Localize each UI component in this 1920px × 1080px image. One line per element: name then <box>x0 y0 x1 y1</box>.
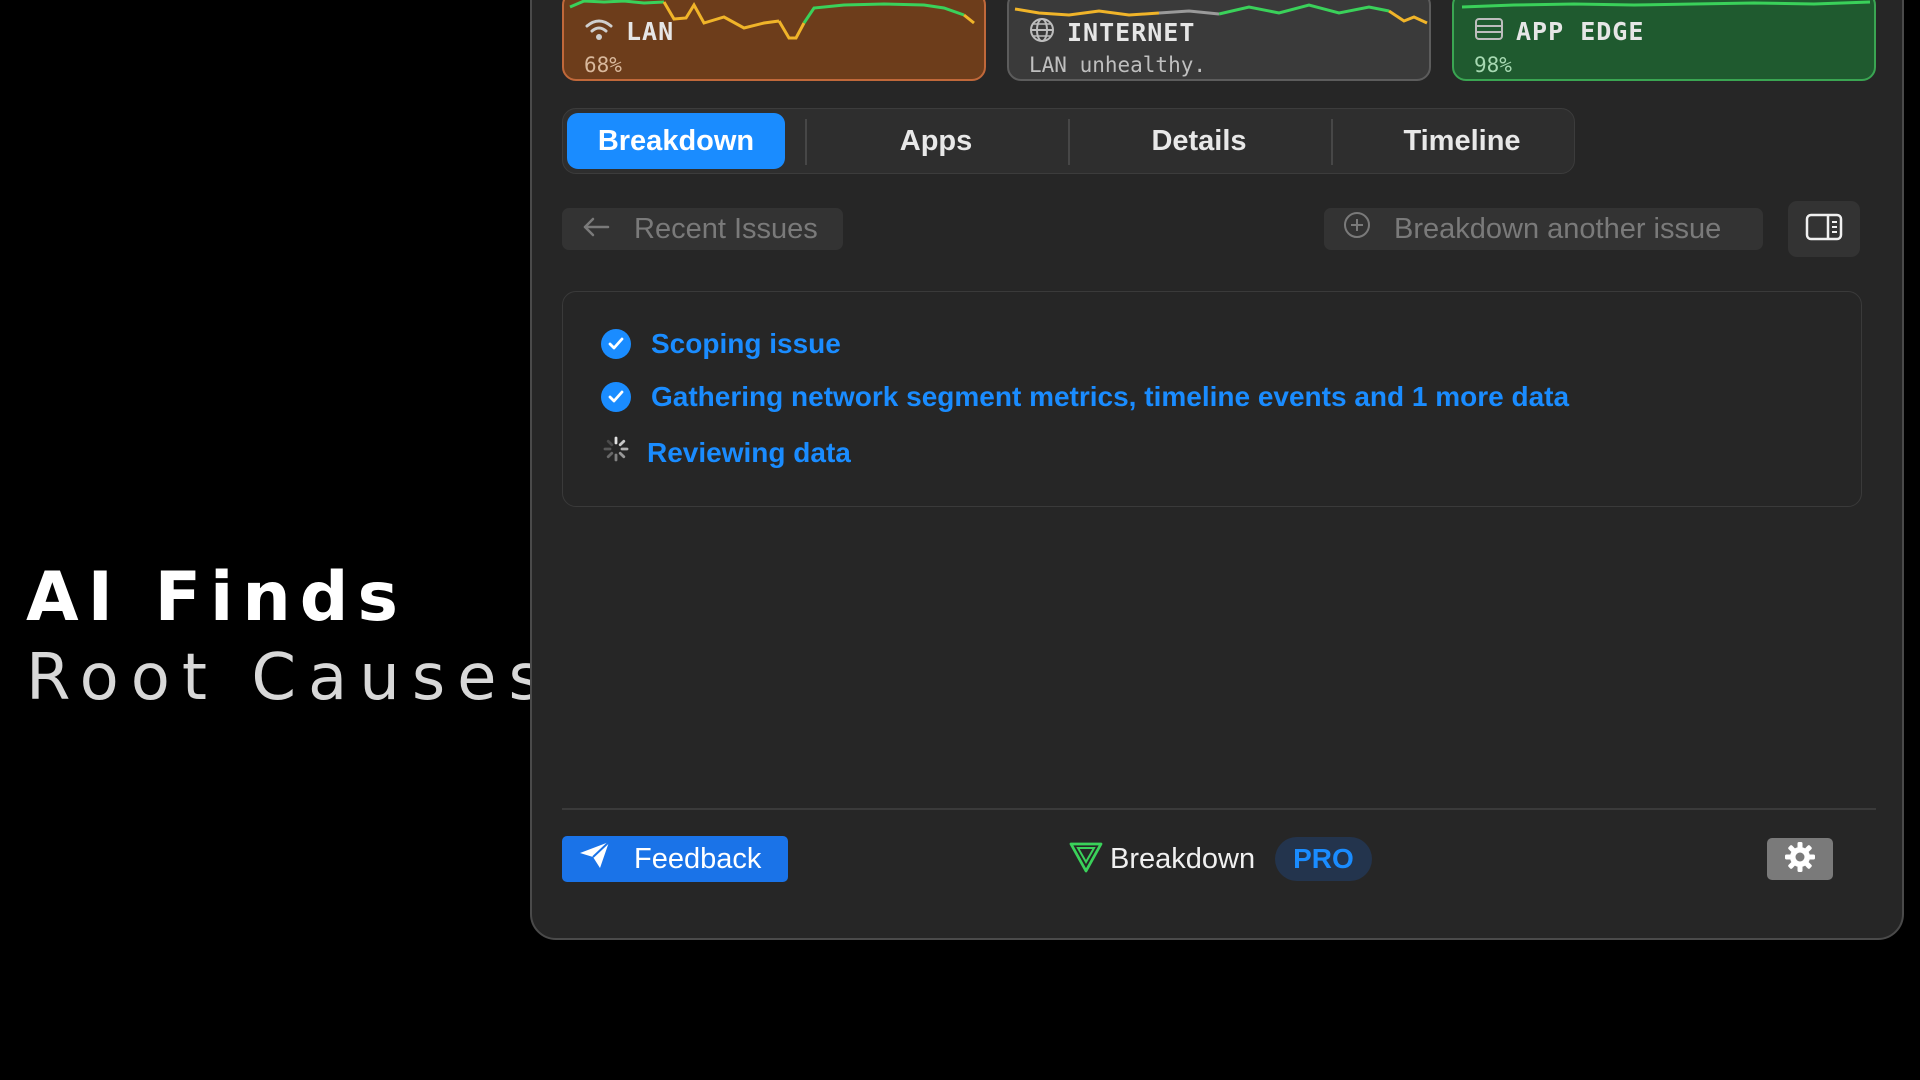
step-reviewing: Reviewing data <box>601 434 851 471</box>
feedback-label: Feedback <box>634 842 762 875</box>
lan-title: LAN <box>626 17 675 46</box>
feedback-button[interactable]: Feedback <box>562 836 788 882</box>
globe-icon <box>1029 17 1055 48</box>
wifi-icon <box>584 17 614 46</box>
gear-icon <box>1784 841 1816 878</box>
promo-subtitle: Root Causes <box>26 641 554 715</box>
breakdown-logo-icon <box>1068 840 1104 879</box>
breakdown-another-issue-button[interactable]: Breakdown another issue <box>1324 208 1763 250</box>
step-label: Gathering network segment metrics, timel… <box>651 381 1570 412</box>
step-label: Scoping issue <box>651 328 841 359</box>
brand-name: Breakdown <box>1110 842 1256 875</box>
recent-issues-label: Recent Issues <box>634 212 818 245</box>
plus-circle-icon <box>1342 210 1372 248</box>
promo-text: AI Finds Root Causes <box>26 558 554 718</box>
pro-badge: PRO <box>1275 837 1372 881</box>
tab-timeline[interactable]: Timeline <box>1353 113 1571 169</box>
tab-separator <box>1068 119 1070 165</box>
app-window: LAN 68% INTERNET LAN unhealthy. APP EDGE… <box>530 0 1904 940</box>
checkmark-icon <box>601 382 631 412</box>
lan-value: 68% <box>584 53 622 77</box>
checkmark-icon <box>601 329 631 359</box>
tab-apps[interactable]: Apps <box>827 113 1045 169</box>
app-edge-status-card[interactable]: APP EDGE 98% <box>1452 0 1876 81</box>
app-edge-value: 98% <box>1474 53 1512 77</box>
internet-status: LAN unhealthy. <box>1029 53 1207 77</box>
server-icon <box>1474 17 1504 46</box>
arrow-left-icon <box>582 213 610 246</box>
internet-title: INTERNET <box>1067 18 1196 47</box>
lan-status-card[interactable]: LAN 68% <box>562 0 986 81</box>
footer-divider <box>562 808 1876 810</box>
tab-details[interactable]: Details <box>1090 113 1308 169</box>
step-scoping: Scoping issue <box>601 328 841 360</box>
breakdown-another-label: Breakdown another issue <box>1394 212 1722 245</box>
app-edge-title: APP EDGE <box>1516 17 1645 46</box>
internet-status-card[interactable]: INTERNET LAN unhealthy. <box>1007 0 1431 81</box>
analysis-progress-panel: Scoping issue Gathering network segment … <box>562 291 1862 507</box>
sidebar-toggle-button[interactable] <box>1788 201 1860 257</box>
tab-separator <box>805 119 807 165</box>
tab-breakdown[interactable]: Breakdown <box>567 113 785 169</box>
tab-separator <box>1331 119 1333 165</box>
settings-button[interactable] <box>1767 838 1833 880</box>
promo-title: AI Finds <box>26 558 407 637</box>
recent-issues-button[interactable]: Recent Issues <box>562 208 843 250</box>
step-gathering: Gathering network segment metrics, timel… <box>601 381 1569 413</box>
paper-plane-icon <box>578 840 612 878</box>
tab-bar: Breakdown Apps Details Timeline <box>562 108 1575 174</box>
sidebar-toggle-icon <box>1805 212 1843 247</box>
brand-lockup: Breakdown PRO <box>1068 836 1372 882</box>
spinner-icon <box>601 434 631 471</box>
step-label: Reviewing data <box>647 436 851 468</box>
